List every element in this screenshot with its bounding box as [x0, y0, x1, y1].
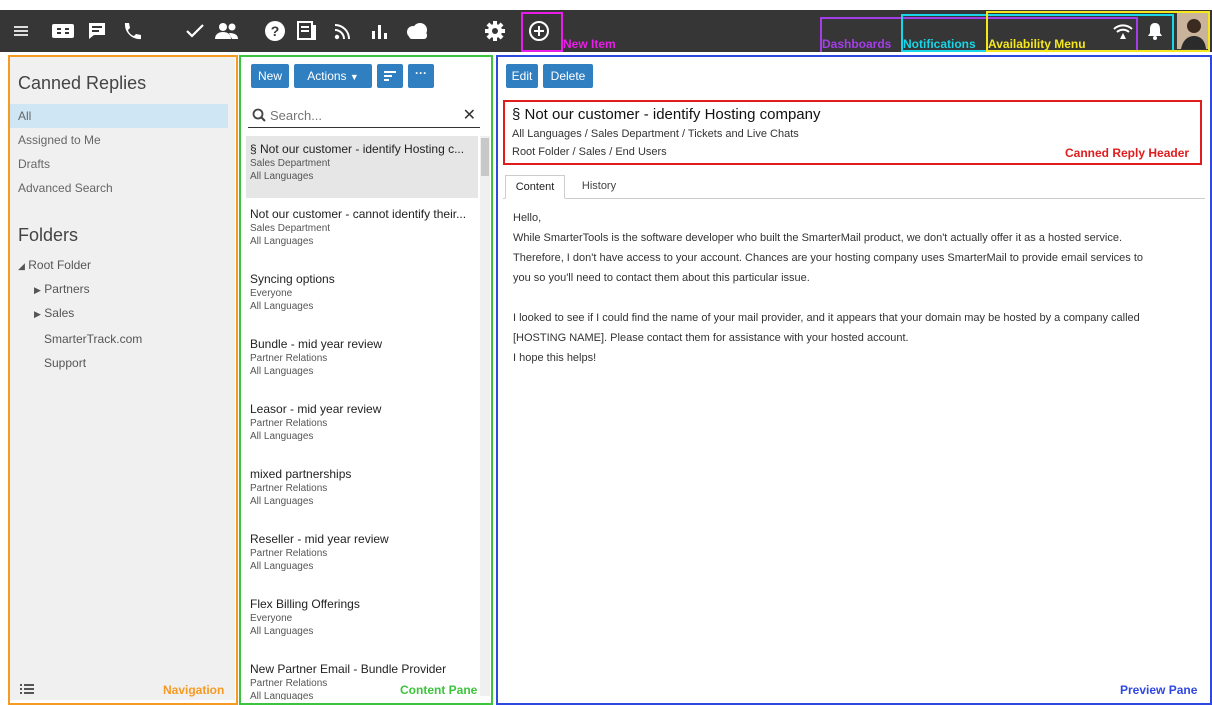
- cloud-icon[interactable]: [400, 10, 434, 52]
- ticket-icon[interactable]: [46, 10, 80, 52]
- svg-text:?: ?: [271, 23, 280, 39]
- availability-annotation: Availability Menu: [988, 37, 1086, 51]
- phone-icon[interactable]: [114, 10, 148, 52]
- chart-icon[interactable]: [362, 10, 396, 52]
- gear-icon[interactable]: [478, 10, 512, 52]
- preview-pane-annotation-box: [496, 55, 1212, 705]
- help-icon[interactable]: ?: [258, 10, 292, 52]
- rss-icon[interactable]: [326, 10, 360, 52]
- preview-pane-annotation: Preview Pane: [1120, 683, 1198, 697]
- content-pane-annotation: Content Pane: [400, 683, 478, 697]
- people-icon[interactable]: [210, 10, 244, 52]
- new-item-annotation-box: [521, 12, 563, 52]
- chat-icon[interactable]: [80, 10, 114, 52]
- content-pane-annotation-box: [239, 55, 493, 705]
- navigation-annotation: Navigation: [163, 683, 225, 697]
- new-item-annotation: New Item: [563, 37, 616, 51]
- canned-replies-icon[interactable]: [290, 10, 324, 52]
- check-icon[interactable]: [178, 10, 212, 52]
- navigation-annotation-box: [8, 55, 238, 705]
- notifications-annotation: Notifications: [903, 37, 976, 51]
- dashboards-annotation: Dashboards: [822, 37, 892, 51]
- menu-icon[interactable]: [4, 10, 38, 52]
